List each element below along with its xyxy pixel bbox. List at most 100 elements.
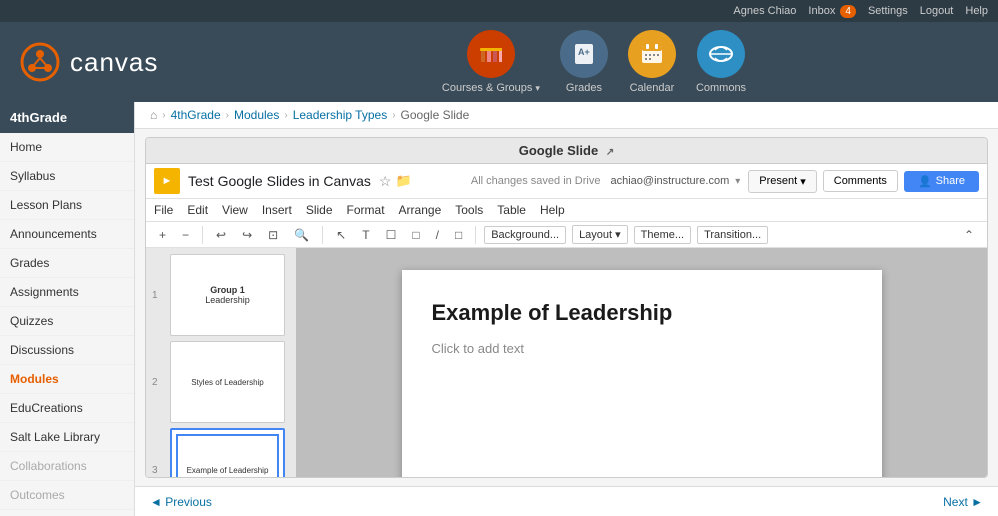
main-content: ⌂ › 4thGrade › Modules › Leadership Type… xyxy=(135,102,998,516)
tool-paint[interactable]: ⊡ xyxy=(263,226,283,244)
sidebar-item-assignments[interactable]: Assignments xyxy=(0,278,134,307)
slide-3-content: Example of Leadership xyxy=(176,434,279,478)
breadcrumb-leadership-types[interactable]: Leadership Types xyxy=(293,108,388,122)
external-link-icon: ↗ xyxy=(606,147,614,158)
inbox-link[interactable]: Inbox 4 xyxy=(808,5,856,17)
nav-courses[interactable]: Courses & Groups ▾ xyxy=(442,30,540,94)
canvas-logo-icon xyxy=(20,42,60,82)
toolbar-sep-1 xyxy=(202,226,203,244)
nav-commons[interactable]: Commons xyxy=(696,30,746,94)
header-nav-icons: Courses & Groups ▾ A+ Grades Calendar Co… xyxy=(210,30,978,94)
logout-link[interactable]: Logout xyxy=(920,5,954,17)
menu-view[interactable]: View xyxy=(222,201,248,219)
slides-menu-bar: File Edit View Insert Slide Format Arran… xyxy=(146,199,987,222)
breadcrumb-modules[interactable]: Modules xyxy=(234,108,279,122)
settings-link[interactable]: Settings xyxy=(868,5,908,17)
star-icon[interactable]: ☆ xyxy=(379,173,392,190)
tool-zoom[interactable]: 🔍 xyxy=(289,226,314,244)
tool-comment[interactable]: □ xyxy=(450,226,467,244)
sidebar-item-outcomes: Outcomes xyxy=(0,481,134,510)
nav-grades[interactable]: A+ Grades xyxy=(560,30,608,94)
sidebar-item-salt-lake[interactable]: Salt Lake Library xyxy=(0,423,134,452)
slides-title: Test Google Slides in Canvas xyxy=(188,173,371,189)
tool-text[interactable]: T xyxy=(357,226,374,244)
sidebar-item-collaborations: Collaborations xyxy=(0,452,134,481)
present-dropdown-icon[interactable]: ▾ xyxy=(800,175,806,188)
help-link[interactable]: Help xyxy=(965,5,988,17)
tool-shapes[interactable]: □ xyxy=(407,226,424,244)
svg-text:A+: A+ xyxy=(578,47,590,57)
slide-thumb-1[interactable]: Group 1 Leadership xyxy=(170,254,285,336)
slides-canvas-area[interactable]: Example of Leadership Click to add text xyxy=(296,248,987,478)
tool-image[interactable]: ☐ xyxy=(381,226,402,244)
username-label: Agnes Chiao xyxy=(733,5,796,17)
slide-3-line1: Example of Leadership xyxy=(183,462,273,479)
menu-format[interactable]: Format xyxy=(347,201,385,219)
slides-app-icon: ► xyxy=(154,168,180,194)
sidebar-item-announcements[interactable]: Announcements xyxy=(0,220,134,249)
folder-icon[interactable]: 📁 xyxy=(395,173,411,189)
tool-background[interactable]: Background... xyxy=(484,226,566,244)
main-header: canvas Courses & Groups ▾ A+ Grades Cale… xyxy=(0,22,998,102)
toolbar-sep-3 xyxy=(475,226,476,244)
tool-cursor[interactable]: ↖ xyxy=(331,226,351,244)
breadcrumb-course[interactable]: 4thGrade xyxy=(171,108,221,122)
slide-main-title: Example of Leadership xyxy=(432,300,852,326)
toolbar-sep-2 xyxy=(322,226,323,244)
sidebar-item-files: Files xyxy=(0,510,134,516)
main-layout: 4thGrade Home Syllabus Lesson Plans Anno… xyxy=(0,102,998,516)
tool-theme[interactable]: Theme... xyxy=(634,226,691,244)
sep1: › xyxy=(162,110,165,121)
menu-insert[interactable]: Insert xyxy=(262,201,292,219)
present-button[interactable]: Present ▾ xyxy=(748,170,816,193)
tool-transition[interactable]: Transition... xyxy=(697,226,768,244)
dropdown-icon[interactable]: ▾ xyxy=(735,176,740,187)
tool-undo[interactable]: ↩ xyxy=(211,226,231,244)
sidebar-item-lesson-plans[interactable]: Lesson Plans xyxy=(0,191,134,220)
sidebar-item-discussions[interactable]: Discussions xyxy=(0,336,134,365)
tool-add[interactable]: + xyxy=(154,226,171,244)
tool-layout[interactable]: Layout ▾ xyxy=(572,225,628,244)
tool-collapse[interactable]: ⌃ xyxy=(959,226,979,244)
sidebar-item-educreations[interactable]: EduCreations xyxy=(0,394,134,423)
menu-file[interactable]: File xyxy=(154,201,173,219)
menu-tools[interactable]: Tools xyxy=(455,201,483,219)
slides-ui: ► Test Google Slides in Canvas ☆ 📁 All c… xyxy=(146,164,987,478)
commons-label: Commons xyxy=(696,82,746,94)
slides-buttons: Present ▾ Comments 👤 Share xyxy=(748,170,979,193)
comments-button[interactable]: Comments xyxy=(823,170,898,192)
prev-button[interactable]: ◄ Previous xyxy=(150,495,212,509)
home-icon[interactable]: ⌂ xyxy=(150,108,157,122)
sidebar-item-quizzes[interactable]: Quizzes xyxy=(0,307,134,336)
embed-container: Google Slide ↗ ► Test Google Slides in C… xyxy=(145,137,988,478)
sidebar-item-modules[interactable]: Modules xyxy=(0,365,134,394)
sidebar-item-grades[interactable]: Grades xyxy=(0,249,134,278)
slide-1-line1: Group 1 xyxy=(210,285,245,295)
sidebar-item-syllabus[interactable]: Syllabus xyxy=(0,162,134,191)
menu-slide[interactable]: Slide xyxy=(306,201,333,219)
share-button[interactable]: 👤 Share xyxy=(904,171,979,192)
slide-thumb-3[interactable]: Example of Leadership xyxy=(170,428,285,478)
sidebar-item-home[interactable]: Home xyxy=(0,133,134,162)
tool-line[interactable]: / xyxy=(431,226,444,244)
canvas-logo-text[interactable]: canvas xyxy=(70,47,158,78)
embed-title: Google Slide xyxy=(519,143,598,158)
menu-arrange[interactable]: Arrange xyxy=(399,201,442,219)
slide-thumb-2[interactable]: Styles of Leadership xyxy=(170,341,285,423)
next-button[interactable]: Next ► xyxy=(943,495,983,509)
menu-table[interactable]: Table xyxy=(497,201,526,219)
saved-text: All changes saved in Drive xyxy=(471,175,601,187)
menu-help[interactable]: Help xyxy=(540,201,565,219)
present-label: Present xyxy=(759,175,797,187)
nav-calendar[interactable]: Calendar xyxy=(628,30,676,94)
commons-icon xyxy=(697,30,745,78)
slide-main-body[interactable]: Click to add text xyxy=(432,341,852,356)
slide-num-2: 2 xyxy=(152,377,158,388)
tool-redo[interactable]: ↪ xyxy=(237,226,257,244)
bottom-navigation: ◄ Previous Next ► xyxy=(135,486,998,516)
slide-thumb-wrapper-3: 3 Example of Leadership xyxy=(152,428,290,478)
tool-minus[interactable]: − xyxy=(177,226,194,244)
breadcrumb-current: Google Slide xyxy=(401,108,470,122)
slide-1-line2: Leadership xyxy=(205,295,250,305)
menu-edit[interactable]: Edit xyxy=(187,201,208,219)
